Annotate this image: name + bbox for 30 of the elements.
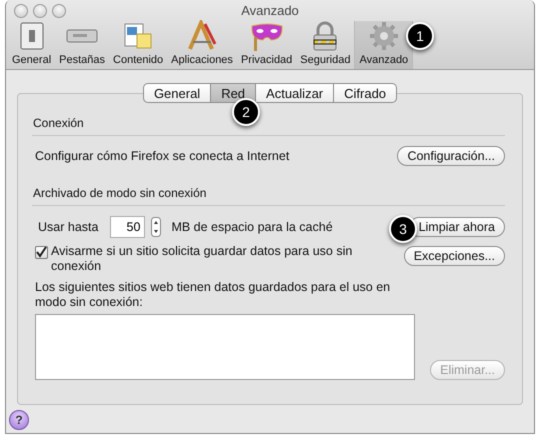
window-control[interactable] <box>14 4 28 18</box>
connection-description: Configurar cómo Firefox se conecta a Internet <box>35 149 290 163</box>
toolbar-item[interactable]: Seguridad <box>296 21 354 69</box>
sites-list[interactable] <box>35 314 415 380</box>
window-title: Avanzado <box>241 3 299 18</box>
help-button[interactable]: ? <box>9 410 29 430</box>
notify-label: Avisarme si un sitio solicita guardar datos para uso sin conexión <box>51 244 354 274</box>
toolbar-item[interactable]: General <box>8 21 56 69</box>
settings-button[interactable]: Configuración... <box>397 146 505 166</box>
tab[interactable]: Cifrado <box>334 83 398 103</box>
gear-icon <box>368 20 400 52</box>
toolbar-item[interactable]: Aplicaciones <box>167 21 237 69</box>
window-control[interactable] <box>33 4 47 18</box>
cache-label: Usar hasta <box>38 220 98 234</box>
toolbar-item[interactable]: Contenido <box>109 21 168 69</box>
checkbox[interactable] <box>35 246 48 259</box>
section-heading: Conexión <box>32 116 85 130</box>
tab[interactable]: General <box>142 83 212 103</box>
stepper-icon[interactable] <box>151 217 162 237</box>
toolbar-item[interactable]: Pestañas <box>55 21 110 69</box>
cache-size-field[interactable]: 50 <box>110 216 146 238</box>
tab[interactable]: Red <box>211 83 256 103</box>
toolbar-item[interactable]: Avanzado <box>354 21 414 69</box>
exceptions-button[interactable]: Excepciones... <box>404 246 505 266</box>
tab[interactable]: Actualizar <box>256 83 334 103</box>
section-heading: Archivado de modo sin conexión <box>32 186 208 200</box>
window-control[interactable] <box>52 4 66 18</box>
sites-label: Los siguientes sitios web tienen datos guardados para el uso en modo sin conexión: <box>34 280 392 310</box>
toolbar-item[interactable]: Privacidad <box>236 21 296 69</box>
cache-unit-label: MB de espacio para la caché <box>171 220 333 234</box>
